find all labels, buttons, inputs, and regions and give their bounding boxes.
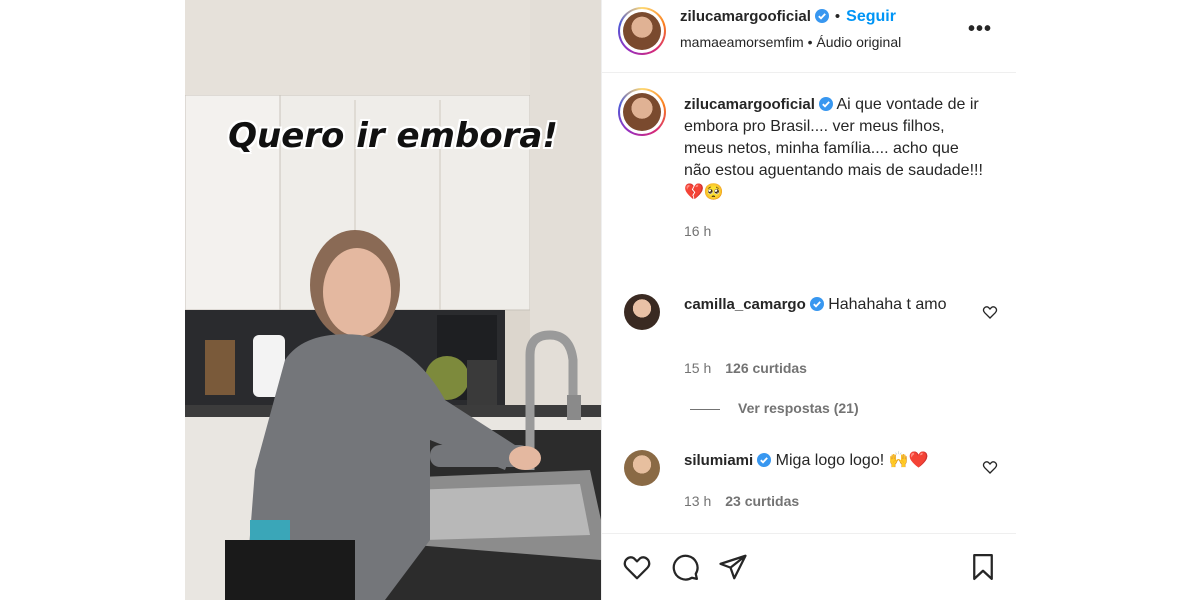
view-replies-button[interactable]: Ver respostas (21) — [690, 400, 859, 416]
post-header: zilucamargooficial • Seguir mamaeamorsemfi… — [602, 0, 1016, 73]
post-video[interactable]: Quero ir embora! — [185, 0, 601, 600]
header-title-row: zilucamargooficial • Seguir — [680, 8, 896, 26]
verified-badge-icon — [814, 9, 829, 23]
video-overlay-caption: Quero ir embora! — [228, 116, 558, 156]
comment-meta: 13 h 23 curtidas — [684, 493, 799, 509]
comment-time[interactable]: 13 h — [684, 493, 711, 509]
verified-badge-icon — [809, 297, 824, 311]
comment-like-heart-icon[interactable] — [982, 304, 998, 320]
bookmark-icon[interactable] — [968, 552, 998, 582]
header-separator: • — [834, 8, 841, 25]
comment-avatar[interactable] — [624, 294, 660, 330]
audio-separator: • — [807, 34, 813, 50]
header-username[interactable]: zilucamargooficial — [680, 8, 811, 25]
post-actions-bar — [602, 533, 1016, 601]
paper-plane-icon[interactable] — [718, 552, 748, 582]
comment-icon[interactable] — [670, 552, 700, 582]
more-options-button[interactable]: ••• — [968, 18, 992, 41]
comment-likes[interactable]: 126 curtidas — [725, 360, 807, 376]
comment-text: Miga logo logo! 🙌❤️ — [775, 452, 929, 469]
comment-avatar[interactable] — [624, 450, 660, 486]
audio-user[interactable]: mamaeamorsemfim — [680, 34, 804, 50]
verified-badge-icon — [757, 453, 772, 467]
caption-avatar-ring[interactable] — [618, 88, 666, 136]
instagram-post: Quero ir embora! zilucamargooficial • Segu… — [185, 0, 1016, 600]
audio-label[interactable]: Áudio original — [816, 34, 901, 50]
comment-text: Hahahaha t amo — [828, 296, 947, 313]
caption-username[interactable]: zilucamargooficial — [684, 96, 815, 113]
comment-like-heart-icon[interactable] — [982, 459, 998, 475]
comment-text-row: camilla_camargo Hahahaha t amo — [684, 294, 984, 316]
comment-time[interactable]: 15 h — [684, 360, 711, 376]
view-replies-label: Ver respostas (21) — [738, 400, 859, 416]
caption-avatar — [623, 93, 661, 131]
comment-username[interactable]: silumiami — [684, 452, 753, 469]
audio-row: mamaeamorsemfim • Áudio original — [680, 34, 901, 50]
post-caption: zilucamargooficial Ai que vontade de ir … — [684, 94, 984, 242]
comment-meta: 15 h 126 curtidas — [684, 360, 807, 376]
comment-likes[interactable]: 23 curtidas — [725, 493, 799, 509]
comment-text-row: silumiami Miga logo logo! 🙌❤️ — [684, 450, 984, 472]
caption-time[interactable]: 16 h — [684, 220, 984, 242]
verified-badge-icon — [818, 97, 833, 111]
avatar-story-ring[interactable] — [618, 7, 666, 55]
comment-username[interactable]: camilla_camargo — [684, 296, 806, 313]
post-side-panel: zilucamargooficial • Seguir mamaeamorsemfi… — [601, 0, 1016, 600]
video-frame — [185, 0, 601, 600]
heart-icon[interactable] — [622, 552, 652, 582]
replies-line — [690, 408, 720, 410]
avatar — [623, 12, 661, 50]
follow-button[interactable]: Seguir — [846, 8, 896, 25]
